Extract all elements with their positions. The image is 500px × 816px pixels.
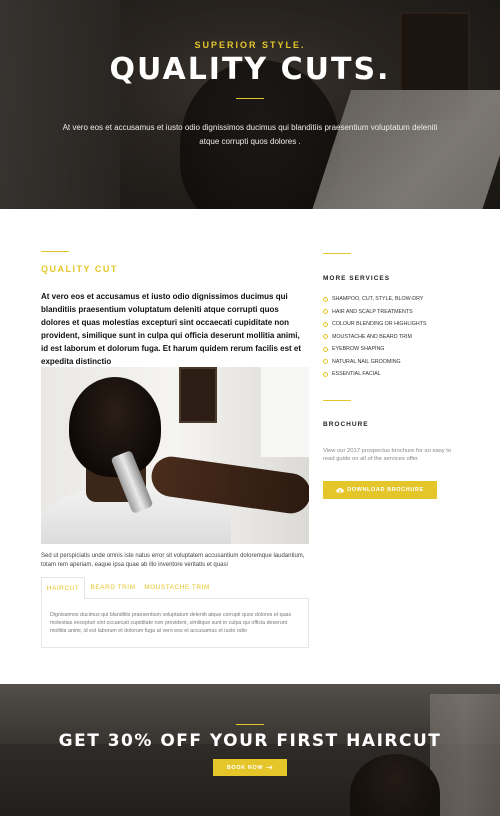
service-item[interactable]: MOUSTACHE AND BEARD TRIM: [323, 333, 426, 346]
service-label: ESSENTIAL FACIAL: [332, 371, 381, 377]
promo-title: GET 30% OFF YOUR FIRST HAIRCUT: [58, 731, 442, 751]
service-label: SHAMPOO, CUT, STYLE, BLOW-DRY: [332, 296, 424, 302]
hero-overlay: [0, 0, 500, 209]
photo-window: [261, 367, 309, 457]
service-item[interactable]: NATURAL NAIL GROOMING: [323, 358, 426, 371]
services-heading: MORE SERVICES: [323, 275, 391, 282]
book-now-label: BOOK NOW: [226, 764, 264, 771]
barber-photo: [41, 367, 309, 544]
cloud-download-icon: [336, 487, 344, 493]
services-list: SHAMPOO, CUT, STYLE, BLOW-DRY HAIR AND S…: [323, 295, 426, 383]
bullet-icon: [323, 321, 328, 327]
bullet-icon: [323, 371, 328, 377]
service-label: HAIR AND SCALP TREATMENTS: [332, 308, 413, 315]
section-title: QUALITY CUT: [41, 264, 118, 274]
service-label: MOUSTACHE AND BEARD TRIM: [332, 333, 412, 340]
tab-haircut[interactable]: HAIRCUT: [41, 577, 85, 599]
intro-text: At vero eos et accusamus et iusto odio d…: [41, 292, 302, 366]
service-label: NATURAL NAIL GROOMING: [332, 358, 401, 365]
bullet-icon: [323, 334, 328, 339]
service-item[interactable]: EYEBROW SHAPING: [323, 345, 426, 358]
brochure-text: View our 2017 prospectus brochure for an…: [323, 448, 452, 462]
service-item[interactable]: HAIR AND SCALP TREATMENTS: [323, 308, 426, 321]
download-brochure-button[interactable]: DOWNLOAD BROCHURE: [323, 481, 437, 499]
hero-divider: [236, 98, 264, 99]
bullet-icon: [323, 346, 328, 352]
download-brochure-label: DOWNLOAD BROCHURE: [347, 487, 424, 493]
sidebar-divider-services: [323, 253, 351, 254]
service-label: EYEBROW SHAPING: [332, 346, 385, 352]
promo-section: GET 30% OFF YOUR FIRST HAIRCUT BOOK NOW: [0, 684, 500, 816]
photo-wall-frame: [179, 367, 217, 423]
tab-moustache-trim[interactable]: MOUSTACHE TRIM: [141, 577, 213, 599]
book-now-button[interactable]: BOOK NOW: [213, 759, 287, 776]
arrow-right-icon: [266, 765, 273, 770]
bullet-icon: [323, 309, 328, 314]
service-item[interactable]: SHAMPOO, CUT, STYLE, BLOW-DRY: [323, 295, 426, 308]
sidebar-divider-brochure: [323, 400, 351, 401]
service-tabs: HAIRCUT BEARD TRIM MOUSTACHE TRIM Dignis…: [41, 577, 309, 648]
hero-title: QUALITY CUTS.: [109, 52, 391, 87]
hero-kicker: SUPERIOR STYLE.: [194, 40, 306, 50]
tab-beard-trim[interactable]: BEARD TRIM: [85, 577, 141, 599]
photo-caption: Sed ut perspiciatis unde omnis iste natu…: [41, 553, 305, 568]
tab-panel: Dignissimos ducimus qui blanditiis praes…: [41, 598, 309, 648]
hero-lead: At vero eos et accusamus et iusto odio d…: [62, 123, 438, 146]
section-divider: [41, 251, 69, 252]
promo-divider: [236, 724, 264, 725]
service-item[interactable]: COLOUR BLENDING OR HIGHLIGHTS: [323, 320, 426, 333]
tab-bar: HAIRCUT BEARD TRIM MOUSTACHE TRIM: [41, 577, 309, 599]
service-label: COLOUR BLENDING OR HIGHLIGHTS: [332, 321, 427, 327]
service-item[interactable]: ESSENTIAL FACIAL: [323, 370, 426, 383]
bullet-icon: [323, 296, 328, 302]
bullet-icon: [323, 359, 328, 364]
hero-section: SUPERIOR STYLE. QUALITY CUTS. At vero eo…: [0, 0, 500, 209]
brochure-heading: BROCHURE: [323, 421, 369, 428]
